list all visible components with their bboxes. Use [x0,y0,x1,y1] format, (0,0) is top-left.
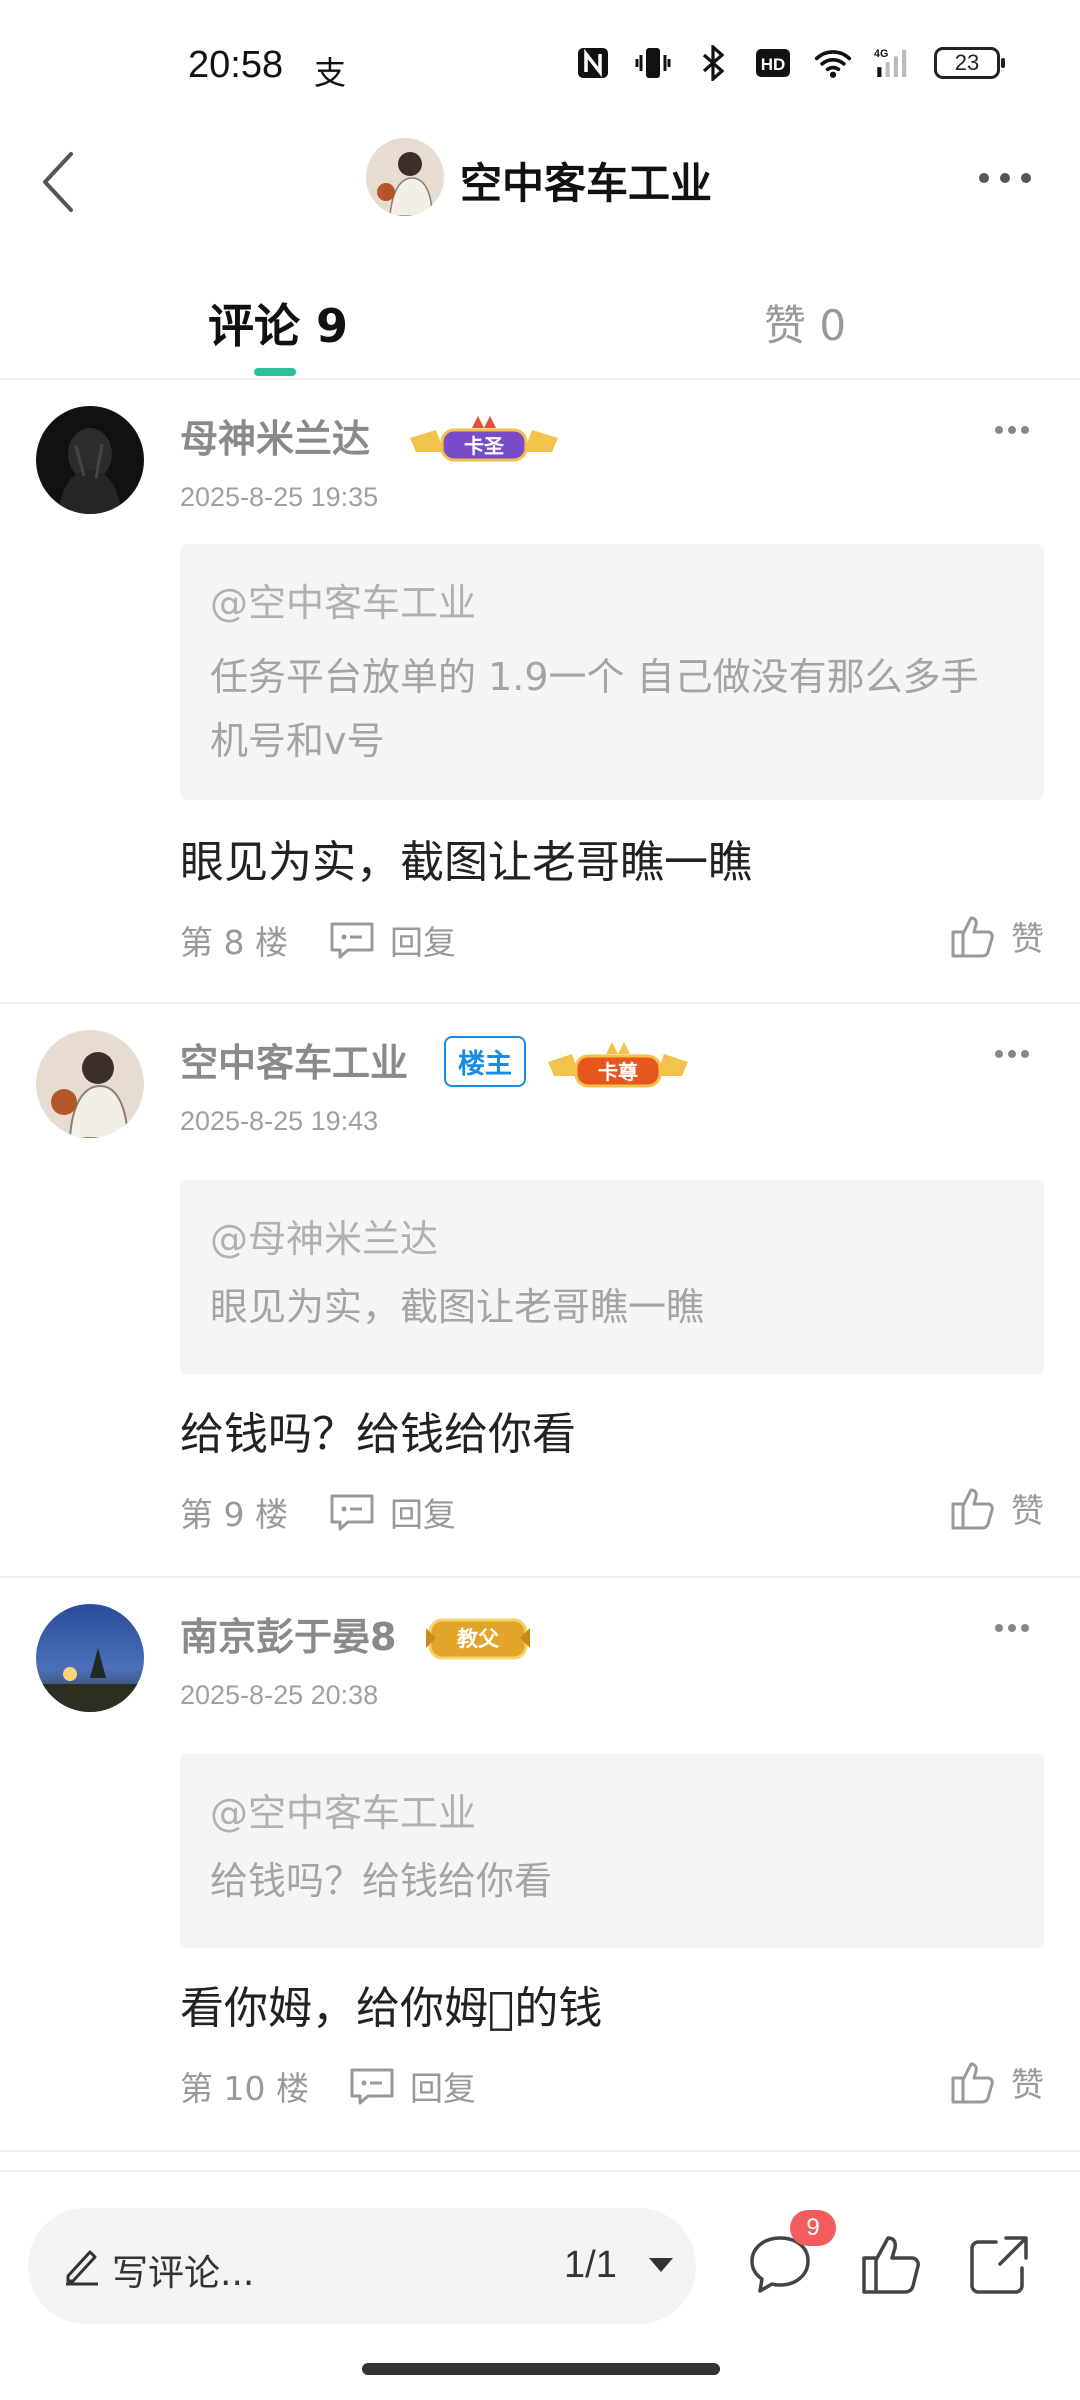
comment-body: 看你姆，给你姆𫠠的钱 [180,1983,603,2034]
comment-author[interactable]: 空中客车工业 [180,1032,408,1087]
thumbs-up-icon[interactable] [858,2230,926,2298]
like-label: 赞 [1011,2065,1044,2104]
quoted-comment[interactable]: @母神米兰达 眼见为实，截图让老哥瞧一瞧 [180,1180,1044,1374]
like-label: 赞 [1011,1491,1044,1530]
more-options-button[interactable] [970,148,1040,208]
status-time: 20:58 [188,44,284,86]
pencil-icon [66,2250,98,2286]
more-dots-icon [995,426,1029,434]
top-header: 空中客车工业 [0,130,1080,240]
comment-author[interactable]: 南京彭于晏8 [180,1606,396,1661]
crown-badge-icon: 卡尊 [548,1042,688,1088]
comment-item: 空中客车工业 楼主 卡尊 2025-8-25 19:43 @母神米兰达 眼见为实… [0,1006,1080,1578]
nfc-icon [574,44,612,82]
tab-likes[interactable]: 赞 0 [764,292,846,353]
quote-text: 眼见为实，截图让老哥瞧一瞧 [210,1285,705,1329]
comment-item: 南京彭于晏8 教父 2025-8-25 20:38 @空中客车工业 给钱吗？给钱… [0,1580,1080,2152]
quote-mention[interactable]: @空中客车工业 [210,572,1014,627]
badge-label: 卡尊 [598,1060,638,1084]
more-dots-icon [995,1624,1029,1632]
quote-text: 任务平台放单的 1.9一个 自己做没有那么多手机号和v号 [210,655,979,763]
reply-button[interactable]: 回复 [348,2062,476,2110]
battery-indicator: 23 [934,47,1005,79]
floor-number: 第 9 楼 [180,1495,288,1534]
comment-item: 母神米兰达 卡圣 2025-8-25 19:35 @空中客车工业 任务平台放单的… [0,382,1080,1004]
avatar[interactable] [36,406,144,514]
reply-bubble-icon [350,2068,394,2105]
more-dots-icon [979,173,1031,183]
reply-label: 回复 [390,1495,456,1534]
crown-badge-icon: 卡圣 [410,416,558,462]
quoted-comment[interactable]: @空中客车工业 给钱吗？给钱给你看 [180,1754,1044,1948]
comment-date: 2025-8-25 19:35 [180,482,379,512]
reply-label: 回复 [410,2069,476,2108]
tab-active-indicator [254,368,296,376]
floor-number: 第 8 楼 [180,923,288,962]
status-bar: 20:58 支 HD 4G 23 [0,0,1080,130]
reply-button[interactable]: 回复 [328,916,456,964]
like-button[interactable]: 赞 [949,2058,1044,2106]
reply-label: 回复 [390,923,456,962]
thumbs-up-icon [951,916,994,958]
hd-icon: HD [754,44,792,82]
write-comment-input[interactable]: 写评论... 1/1 [28,2208,696,2324]
badge-label: 卡圣 [464,434,505,458]
write-comment-placeholder: 写评论... [112,2253,255,2294]
quote-mention[interactable]: @空中客车工业 [210,1782,1014,1837]
comment-body: 眼见为实，截图让老哥瞧一瞧 [180,837,752,888]
quoted-comment[interactable]: @空中客车工业 任务平台放单的 1.9一个 自己做没有那么多手机号和v号 [180,544,1044,800]
like-label: 赞 [1011,919,1044,958]
comment-date: 2025-8-25 19:43 [180,1106,379,1136]
crown-badge-icon: 教父 [426,1618,530,1660]
thumbs-up-icon [951,2062,994,2104]
quote-mention[interactable]: @母神米兰达 [210,1208,1014,1263]
wifi-icon [814,44,852,82]
header-avatar[interactable] [366,138,444,216]
quote-text: 给钱吗？给钱给你看 [210,1859,553,1903]
comment-date: 2025-8-25 20:38 [180,1680,379,1710]
tab-bar: 评论 9 赞 0 [0,270,1080,380]
reply-bubble-icon [330,922,374,959]
comment-more-button[interactable] [984,1608,1040,1648]
like-button[interactable]: 赞 [949,1484,1044,1532]
caret-down-icon[interactable] [648,2256,674,2274]
floor-number: 第 10 楼 [180,2069,309,2108]
alipay-icon: 支 [314,54,347,92]
comment-more-button[interactable] [984,410,1040,450]
header-title: 空中客车工业 [460,159,713,208]
comment-author[interactable]: 母神米兰达 [180,408,370,463]
back-button[interactable] [24,142,94,222]
avatar[interactable] [36,1604,144,1712]
signal-4g-icon: 4G [874,44,912,82]
thumbs-up-icon [951,1488,994,1530]
reply-bubble-icon [330,1494,374,1531]
badge-label: 教父 [457,1627,500,1651]
comment-count-badge: 9 [790,2210,836,2246]
page-indicator[interactable]: 1/1 [564,2244,617,2287]
like-button[interactable]: 赞 [949,912,1044,960]
vibrate-icon [634,44,672,82]
more-dots-icon [995,1050,1029,1058]
owner-tag: 楼主 [444,1036,526,1087]
avatar[interactable] [36,1030,144,1138]
share-icon[interactable] [966,2230,1034,2298]
chevron-left-icon [43,152,73,212]
comment-body: 给钱吗？给钱给你看 [180,1409,576,1460]
reply-button[interactable]: 回复 [328,1488,456,1536]
comment-more-button[interactable] [984,1034,1040,1074]
bluetooth-icon [694,44,732,82]
svg-text:4G: 4G [874,48,888,60]
svg-text:HD: HD [761,55,786,74]
tab-comments[interactable]: 评论 9 [208,290,348,356]
home-indicator[interactable] [362,2363,720,2375]
